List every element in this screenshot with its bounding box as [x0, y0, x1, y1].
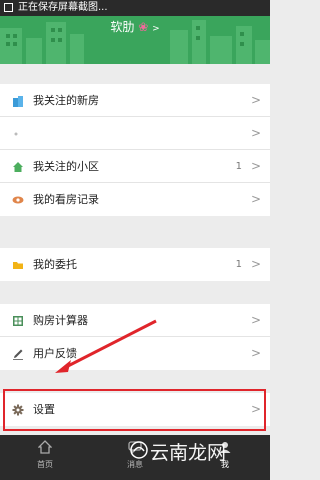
home-icon [38, 440, 52, 454]
gear-icon [12, 404, 24, 416]
menu-item-label: 购房计算器 [33, 314, 88, 327]
menu-item-settings[interactable]: 设置 > [0, 393, 270, 426]
menu-group-commissions: 我的委托 1 > [0, 248, 270, 281]
watermark-logo-icon [130, 441, 148, 459]
calculator-icon [13, 316, 23, 326]
menu-item-label: 我的委托 [33, 258, 77, 271]
chevron-right-icon: > [250, 93, 261, 107]
menu-item-mortgage-calculator[interactable]: 购房计算器 > [0, 304, 270, 337]
status-notification-text: 正在保存屏幕截图... [18, 2, 108, 13]
menu-item-label: 我关注的小区 [33, 160, 99, 173]
menu-item-followed-communities[interactable]: 我关注的小区 1 > [0, 150, 270, 183]
menu-group-tools: 购房计算器 > 用户反馈 > [0, 304, 270, 370]
chevron-right-icon: > [250, 159, 261, 173]
profile-header[interactable]: 软肋 ❀ > [0, 16, 270, 64]
chevron-right-icon: > [250, 192, 261, 206]
menu-item-my-commissions[interactable]: 我的委托 1 > [0, 248, 270, 281]
item-count: 1 [235, 161, 242, 172]
eye-icon [12, 196, 24, 204]
menu-group-settings: 设置 > [0, 393, 270, 426]
user-name[interactable]: 软肋 ❀ > [0, 18, 270, 35]
chevron-right-icon: > [250, 402, 261, 416]
status-bar: 正在保存屏幕截图... [0, 0, 270, 16]
user-name-text: 软肋 [110, 20, 135, 34]
chevron-right-icon: > [250, 346, 261, 360]
pencil-icon [13, 349, 23, 360]
watermark-text: 云南龙网 [150, 442, 227, 464]
menu-item-viewing-history[interactable]: 我的看房记录 > [0, 183, 270, 216]
menu-item-label: 用户反馈 [33, 347, 77, 360]
tab-label: 首页 [37, 460, 53, 469]
tab-home[interactable]: 首页 [0, 435, 90, 480]
screenshot-icon [4, 3, 13, 12]
menu-item-label: 设置 [33, 403, 55, 416]
flower-icon: ❀ [138, 20, 149, 34]
chevron-right-icon: > [250, 257, 261, 271]
menu-item-blank[interactable]: > [0, 117, 270, 150]
chevron-right-icon: > [250, 313, 261, 327]
dot-icon [14, 132, 18, 136]
menu-item-followed-new-homes[interactable]: 我关注的新房 > [0, 84, 270, 117]
menu-item-user-feedback[interactable]: 用户反馈 > [0, 337, 270, 370]
item-count: 1 [235, 259, 242, 270]
menu-item-label: 我关注的新房 [33, 94, 99, 107]
menu-item-label: 我的看房记录 [33, 193, 99, 206]
house-icon [13, 162, 23, 172]
menu-group-favorites: 我关注的新房 > > 我关注的小区 1 > 我的看房记录 > [0, 84, 270, 216]
chevron-right-icon: > [152, 24, 160, 34]
chevron-right-icon: > [250, 126, 261, 140]
building-icon [13, 96, 23, 107]
folder-icon [13, 262, 23, 269]
